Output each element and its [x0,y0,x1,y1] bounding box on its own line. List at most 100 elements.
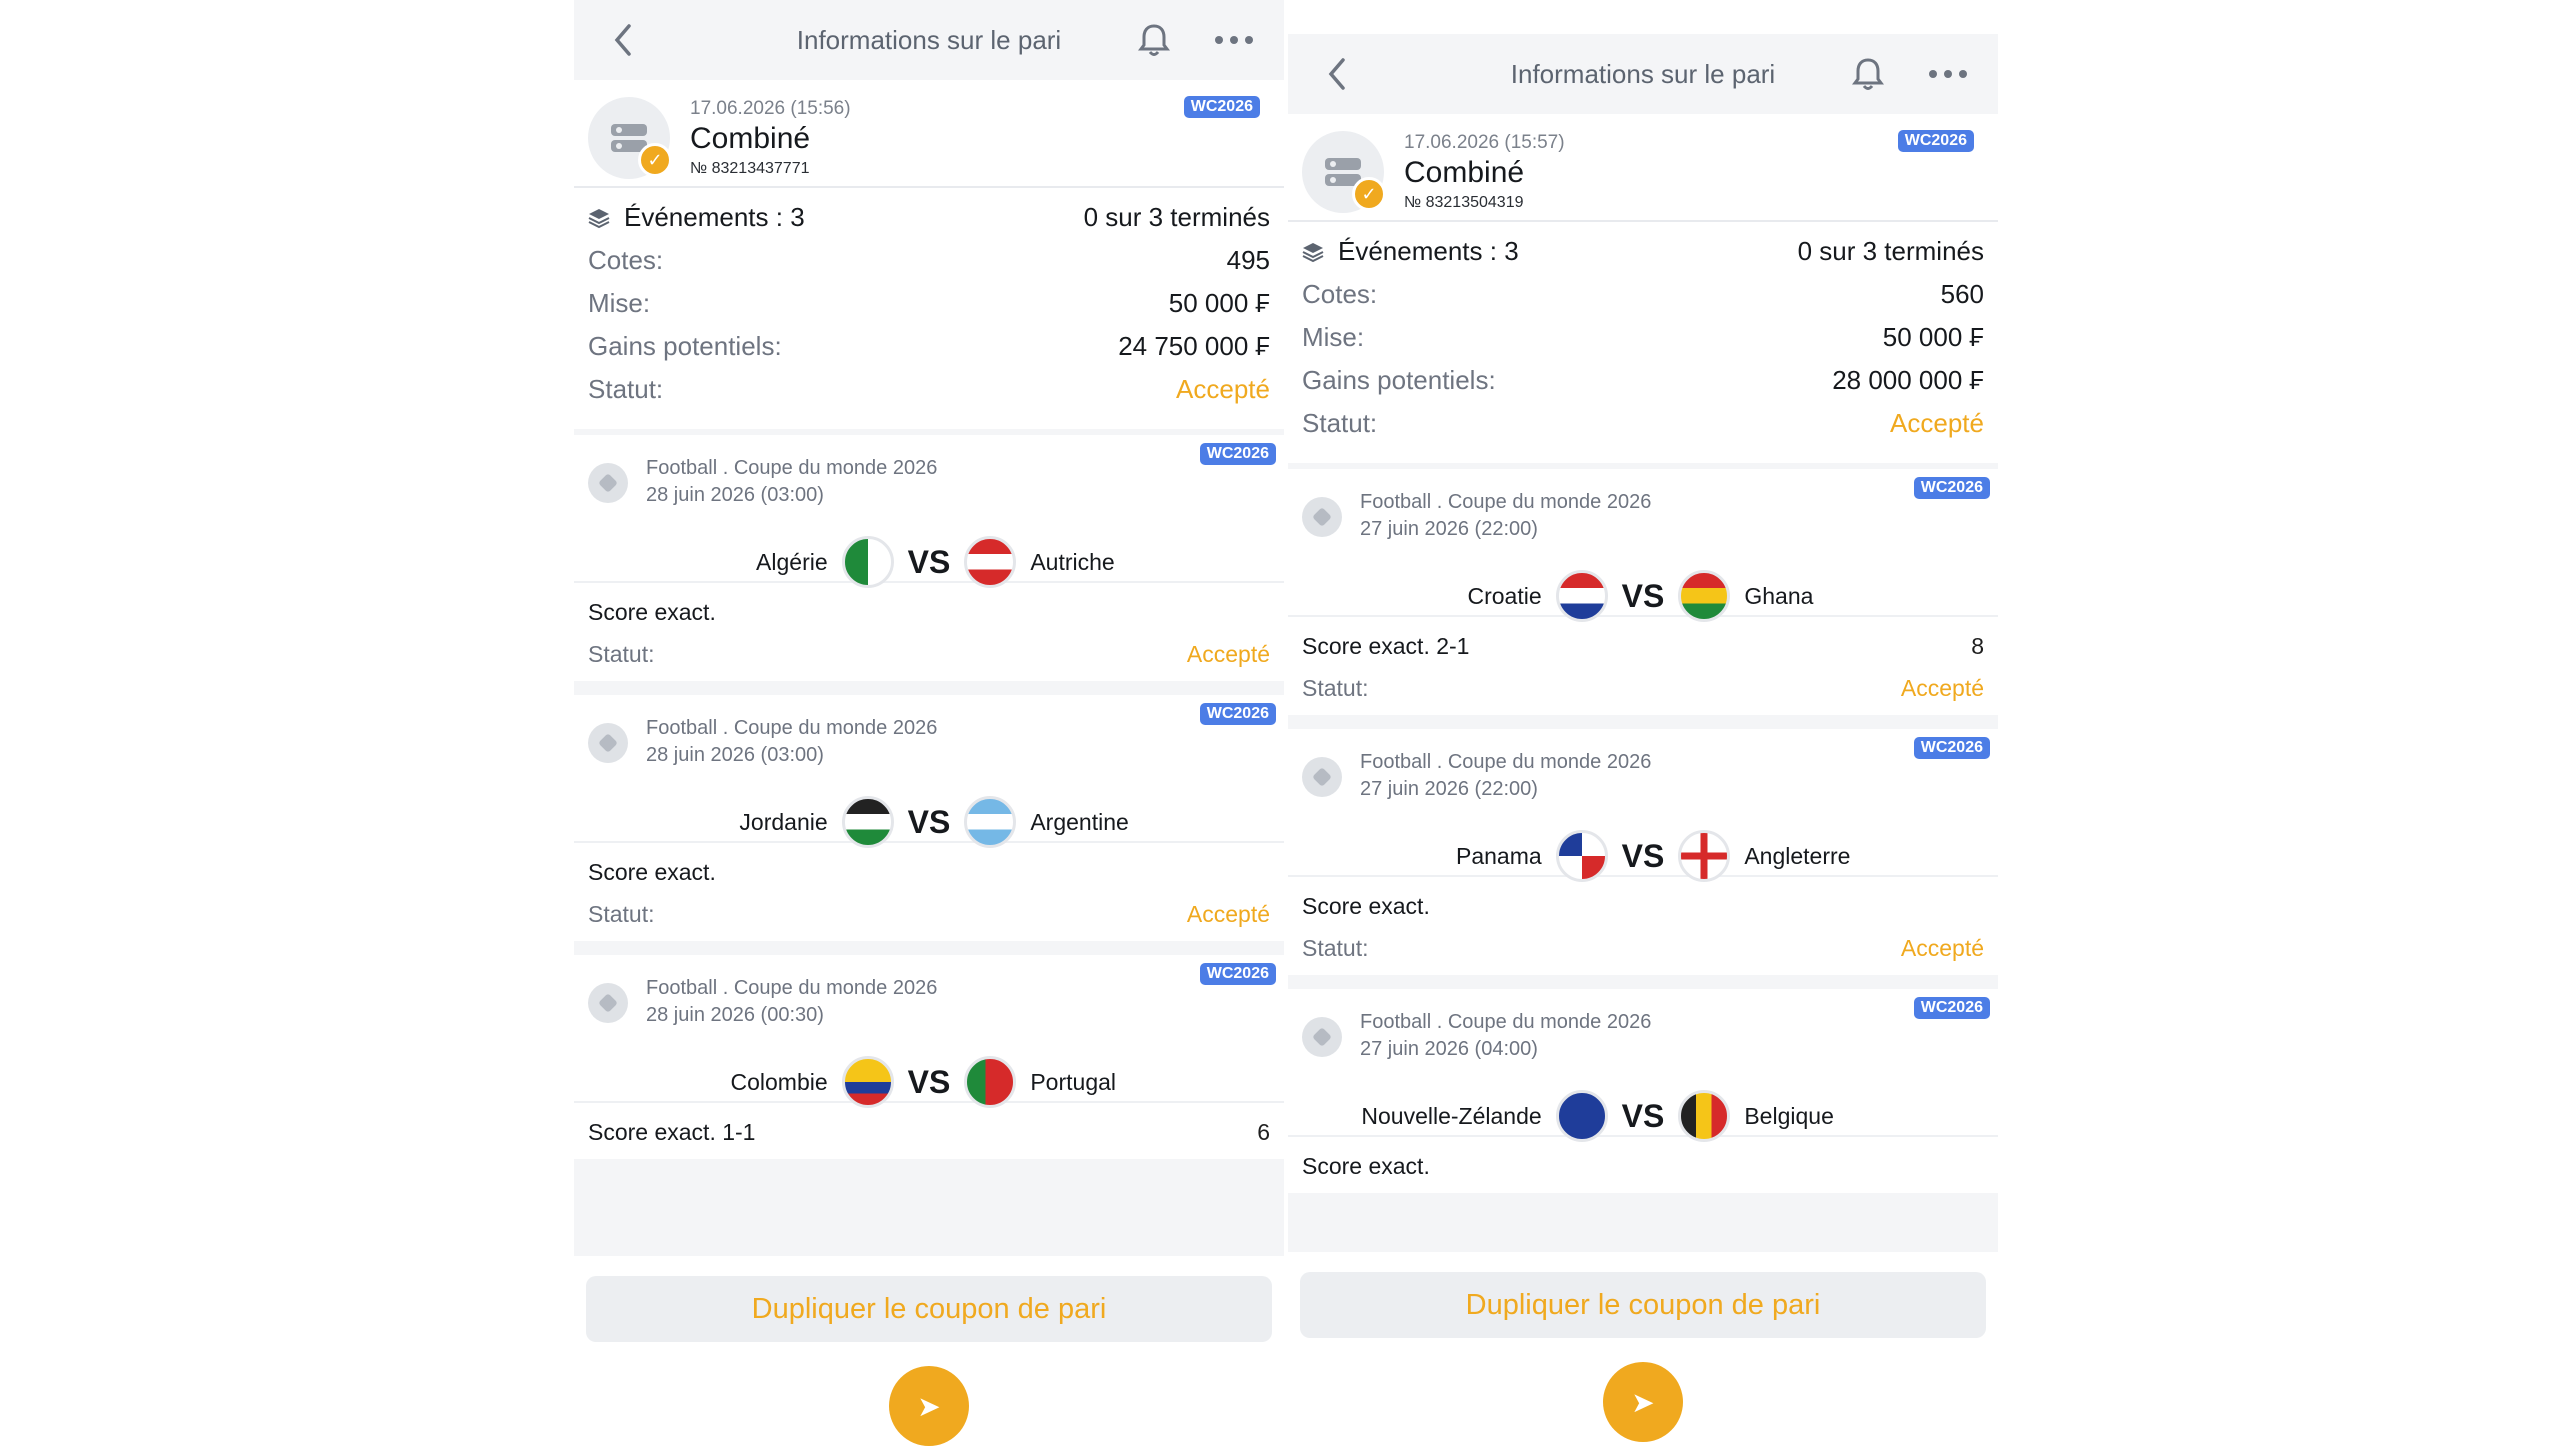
duplicate-coupon-button[interactable]: Dupliquer le coupon de pari [586,1276,1272,1342]
coupon-avatar: ✓ [1302,131,1386,213]
event-league: Football . Coupe du monde 2026 [1360,751,1652,773]
share-icon: ➤ [917,1390,941,1422]
bet-summary-card: ✓ 17.06.2026 (15:56) Combiné № 832134377… [574,80,1284,429]
stake-row: Mise: 50 000 ₣ [1302,316,1984,359]
soccer-ball-icon [588,463,628,503]
events-label: Événements : 3 [1338,236,1519,266]
events-value: 0 sur 3 terminés [1083,202,1270,232]
chevron-left-icon [1328,58,1345,90]
event-date: 27 juin 2026 (22:00) [1360,778,1538,800]
status-value: Accepté [1176,374,1270,404]
home-team: Algérie [756,548,828,575]
event-league: Football . Coupe du monde 2026 [646,457,938,479]
event-status-value: Accepté [1186,640,1270,667]
event-league: Football . Coupe du monde 2026 [1360,1011,1652,1033]
pick-label: Score exact. [588,598,716,625]
matchup: Colombie VS Portugal [574,1055,1284,1109]
pick-label: Score exact. [588,858,716,885]
stake-row: Mise: 50 000 ₣ [588,282,1270,325]
odds-row: Cotes: 560 [1302,273,1984,316]
share-button[interactable]: ➤ [1603,1362,1683,1442]
event-card[interactable]: Football . Coupe du monde 2026 27 juin 2… [1288,729,1998,975]
home-team: Jordanie [739,808,828,835]
away-team: Autriche [1030,548,1115,575]
notifications-button[interactable] [1132,18,1176,62]
event-status-label: Statut: [1302,674,1369,701]
bet-date: 17.06.2026 (15:56) [690,98,851,119]
bet-number: № 83213437771 [690,160,810,177]
event-date: 28 juin 2026 (03:00) [646,744,824,766]
more-icon [1929,70,1967,78]
away-team: Portugal [1030,1068,1117,1095]
events-count-row: Événements : 3 0 sur 3 terminés [1302,230,1984,273]
pick-label: Score exact. [1302,1152,1430,1179]
home-team: Colombie [730,1068,828,1095]
coupon-avatar: ✓ [588,97,672,179]
odds-row: Cotes: 495 [588,239,1270,282]
pick-label: Score exact. [1302,892,1430,919]
events-value: 0 sur 3 terminés [1797,236,1984,266]
pick-label: Score exact. 1-1 [588,1118,756,1145]
potential-gain-row: Gains potentiels: 24 750 000 ₣ [588,325,1270,368]
home-team: Panama [1455,842,1542,869]
colombia-flag-icon [841,1056,894,1108]
vs-label: VS [1621,577,1665,614]
away-team: Argentine [1030,808,1129,835]
potential-label: Gains potentiels: [1302,365,1496,395]
stake-label: Mise: [588,288,651,318]
layers-icon [1302,242,1324,262]
duplicate-coupon-button[interactable]: Dupliquer le coupon de pari [1300,1272,1986,1338]
potential-gain-row: Gains potentiels: 28 000 000 ₣ [1302,359,1984,402]
bell-icon [1852,58,1884,90]
bet-summary-card: ✓ 17.06.2026 (15:57) Combiné № 832135043… [1288,114,1998,463]
event-card[interactable]: Football . Coupe du monde 2026 27 juin 2… [1288,989,1998,1193]
status-value: Accepté [1890,408,1984,438]
wc-badge: WC2026 [1897,130,1974,152]
away-team: Angleterre [1744,842,1851,869]
odds-label: Cotes: [588,245,664,275]
bet-panel-2: Informations sur le pari ✓ 17.06.2026 (1… [1288,34,1998,1442]
potential-value: 24 750 000 ₣ [1118,331,1270,361]
odds-value: 495 [1226,245,1270,275]
chevron-left-icon [614,24,631,56]
layers-icon [588,208,610,228]
stake-label: Mise: [1302,322,1365,352]
portugal-flag-icon [964,1056,1017,1108]
soccer-ball-icon [588,723,628,763]
event-date: 28 juin 2026 (03:00) [646,484,824,506]
bet-panel-1: Informations sur le pari ✓ 17.06.2026 (1… [574,0,1284,1446]
back-button[interactable] [602,18,646,62]
wc-badge: WC2026 [1913,737,1990,759]
potential-value: 28 000 000 ₣ [1832,365,1984,395]
share-button[interactable]: ➤ [889,1366,969,1446]
more-button[interactable] [1212,18,1256,62]
event-date: 28 juin 2026 (00:30) [646,1004,824,1026]
event-card[interactable]: Football . Coupe du monde 2026 27 juin 2… [1288,469,1998,715]
event-card[interactable]: Football . Coupe du monde 2026 28 juin 2… [574,955,1284,1159]
bet-date: 17.06.2026 (15:57) [1404,132,1565,153]
event-card[interactable]: Football . Coupe du monde 2026 28 juin 2… [574,695,1284,941]
notifications-button[interactable] [1846,52,1890,96]
event-status-value: Accepté [1900,674,1984,701]
matchup: Jordanie VS Argentine [574,795,1284,849]
home-team: Nouvelle-Zélande [1361,1102,1542,1129]
check-icon: ✓ [638,143,672,177]
more-icon [1215,36,1253,44]
wc-badge: WC2026 [1199,963,1276,985]
more-button[interactable] [1926,52,1970,96]
stake-value: 50 000 ₣ [1882,322,1984,352]
vs-label: VS [907,803,951,840]
event-card[interactable]: Football . Coupe du monde 2026 28 juin 2… [574,435,1284,681]
event-date: 27 juin 2026 (04:00) [1360,1038,1538,1060]
back-button[interactable] [1316,52,1360,96]
event-status-value: Accepté [1900,934,1984,961]
pick-odds: 6 [1257,1118,1270,1145]
away-team: Belgique [1744,1102,1834,1129]
event-status-label: Statut: [588,640,655,667]
home-team: Croatie [1467,582,1542,609]
event-league: Football . Coupe du monde 2026 [646,717,938,739]
ghana-flag-icon [1678,570,1731,622]
matchup: Algérie VS Autriche [574,535,1284,589]
odds-value: 560 [1940,279,1984,309]
status-row: Statut: Accepté [1302,402,1984,445]
